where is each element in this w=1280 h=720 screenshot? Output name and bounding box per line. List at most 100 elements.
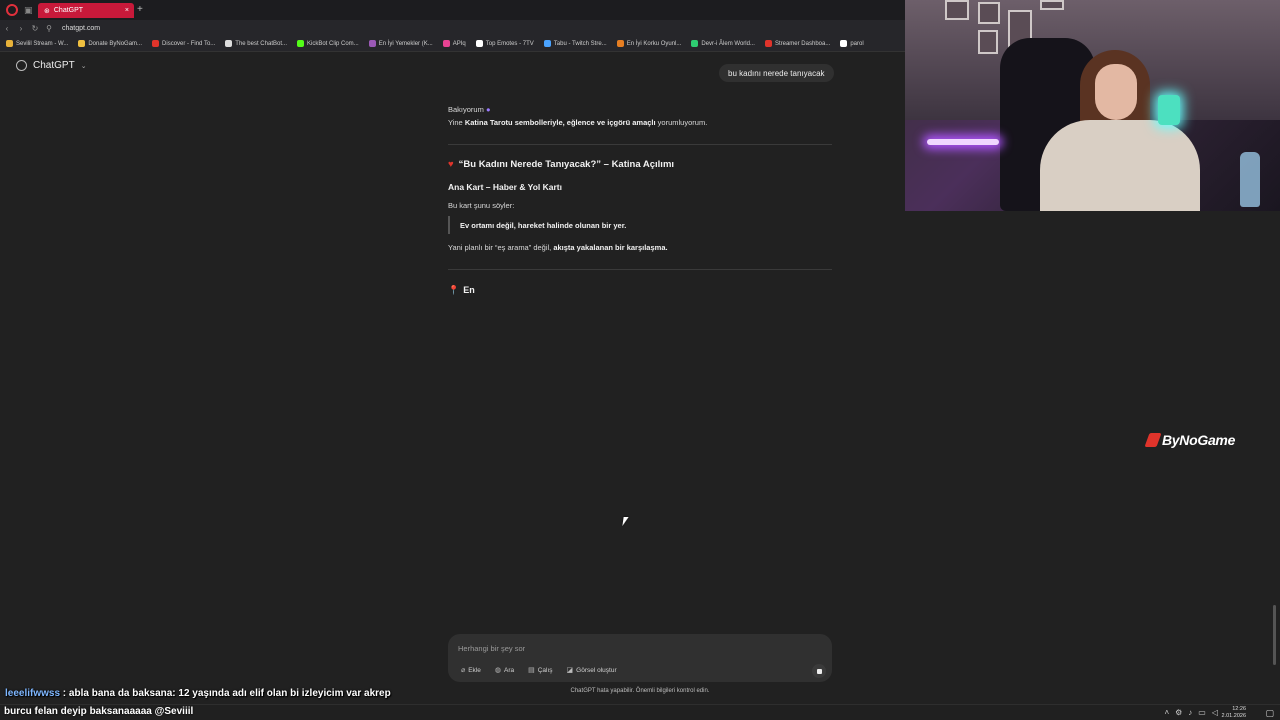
- url-field[interactable]: chatgpt.com: [62, 25, 100, 32]
- bookmark-favicon-icon: [442, 40, 450, 47]
- book-icon: ▤: [528, 667, 535, 674]
- bookmark-favicon-icon: [840, 40, 848, 47]
- taskbar: burcu felan deyip baksanaaaaa @Seviiil ˄…: [0, 704, 1280, 720]
- study-button[interactable]: ▤ Çalış: [523, 663, 557, 677]
- bookmark-favicon-icon: [152, 40, 160, 47]
- globe-icon: ◍: [494, 667, 501, 674]
- back-icon[interactable]: ‹: [0, 24, 14, 33]
- attach-button[interactable]: ⌀ Ekle: [456, 663, 486, 677]
- bookmark-item[interactable]: Streamer Dashboa...: [764, 40, 830, 47]
- bookmark-label: The best ChatBot...: [235, 40, 287, 47]
- bookmark-label: KickBot Clip Com...: [307, 40, 359, 47]
- intro-paragraph: Yine Katina Tarotu sembolleriyle, eğlenc…: [448, 117, 707, 129]
- bookmark-item[interactable]: KickBot Clip Com...: [297, 40, 359, 47]
- brand-watermark: ByNoGame: [1144, 432, 1235, 448]
- bookmark-item[interactable]: Top Emotes - 7TV: [475, 40, 534, 47]
- bookmark-item[interactable]: En İyi Yemekler (K...: [368, 40, 433, 47]
- volume-icon[interactable]: ◁: [1212, 708, 1218, 717]
- system-tray: ˄ ⚙ ♪ ▭ ◁: [1164, 708, 1218, 717]
- streamer: [1025, 50, 1200, 211]
- intro-text: Yine: [448, 118, 465, 127]
- bookmark-favicon-icon: [225, 40, 233, 47]
- bookmark-label: parol: [850, 40, 864, 47]
- settings-icon[interactable]: ⚙: [1175, 708, 1182, 717]
- clock-time: 12:26: [1232, 706, 1246, 712]
- bookmark-item[interactable]: Donate ByNoGam...: [78, 40, 142, 47]
- bynogame-logo-icon: [1144, 433, 1162, 447]
- stream-chat-message: leeelifwwss : abla bana da baksana: 12 y…: [5, 688, 391, 699]
- bookmark-item[interactable]: The best ChatBot...: [225, 40, 287, 47]
- tool-label: Ara: [503, 666, 515, 674]
- network-icon[interactable]: ▭: [1198, 708, 1206, 717]
- close-tab-icon[interactable]: ×: [125, 7, 129, 14]
- stop-generating-button[interactable]: [812, 664, 826, 678]
- bookmark-item[interactable]: APIq: [442, 40, 466, 47]
- crystal-ball-icon: ●: [485, 105, 491, 114]
- forward-icon[interactable]: ›: [14, 24, 28, 33]
- model-label: ChatGPT: [33, 60, 75, 71]
- pin-icon: 📍: [448, 285, 460, 295]
- face: [1095, 64, 1137, 120]
- bookmark-favicon-icon: [6, 40, 13, 47]
- yani-bold: akışta yakalanan bir karşılaşma.: [553, 243, 668, 252]
- chatgpt-logo-icon: [16, 60, 27, 71]
- mouse-cursor: [622, 517, 629, 526]
- composer: ⌀Ekle ◍Ara ▤Çalış ◪Görsel oluştur: [448, 634, 832, 682]
- kart-soyler-text: Bu kart şunu söyler:: [448, 201, 515, 210]
- bookmark-favicon-icon: [297, 40, 304, 47]
- bookmark-favicon-icon: [368, 40, 376, 47]
- chat-text: : abla bana da baksana: 12 yaşında adı e…: [60, 688, 391, 699]
- webcam-feed: [905, 0, 1280, 211]
- user-message-bubble: bu kadını nerede tanıyacak: [719, 64, 834, 82]
- search-button[interactable]: ◍ Ara: [490, 663, 519, 677]
- picture-frame: [945, 0, 969, 20]
- opera-logo-icon[interactable]: [6, 4, 18, 16]
- stream-chat-message-continued: burcu felan deyip baksanaaaaa @Seviiil: [4, 706, 194, 717]
- intro-text-end: yorumluyorum.: [655, 118, 708, 127]
- notification-icon[interactable]: ▢: [1265, 708, 1274, 719]
- heading-text: “Bu Kadını Nerede Tanıyacak?” – Katina A…: [458, 159, 675, 170]
- composer-tools: ⌀ Ekle ◍ Ara ▤ Çalış ◪ Görsel oluştur: [456, 663, 622, 677]
- bookmark-label: Donate ByNoGam...: [88, 40, 143, 47]
- water-bottle: [1240, 152, 1260, 207]
- tab-chatgpt[interactable]: ⊛ ChatGPT ×: [38, 3, 134, 18]
- divider: [448, 269, 832, 270]
- chat-username: leeelifwwss: [5, 688, 61, 699]
- bookmark-item[interactable]: En İyi Korku Oyunl...: [616, 40, 682, 47]
- bookmark-label: Sevilil Stream - W...: [16, 40, 69, 47]
- heart-icon: ♥: [448, 159, 454, 170]
- lamp: [1158, 95, 1180, 125]
- bookmark-item[interactable]: Tabu - Twitch Stre...: [543, 40, 607, 47]
- thinking-status[interactable]: Bakıyorum ●: [448, 104, 490, 116]
- bookmark-favicon-icon: [78, 40, 86, 47]
- prompt-input[interactable]: [458, 642, 758, 654]
- bookmark-favicon-icon: [475, 40, 483, 47]
- chevron-down-icon: ⌄: [80, 62, 87, 70]
- picture-frame: [978, 30, 998, 54]
- bookmark-label: En İyi Yemekler (K...: [378, 40, 433, 47]
- bookmark-item[interactable]: Devr-i Âlem World...: [691, 40, 755, 47]
- paperclip-icon: ⌀: [461, 667, 466, 674]
- new-tab-icon[interactable]: +: [137, 4, 143, 15]
- chevron-up-icon[interactable]: ˄: [1164, 708, 1169, 717]
- microphone-icon[interactable]: ♪: [1188, 708, 1192, 717]
- bookmark-favicon-icon: [543, 40, 551, 47]
- bookmark-label: Top Emotes - 7TV: [485, 40, 534, 47]
- clock[interactable]: 12:26 2.01.2026: [1222, 706, 1246, 720]
- bookmark-label: En İyi Korku Oyunl...: [626, 40, 682, 47]
- intro-bold: Katina Tarotu sembolleriyle, eğlence ve …: [464, 118, 656, 127]
- tab-grid-icon[interactable]: ▣: [24, 5, 33, 16]
- bookmark-label: APIq: [452, 40, 466, 47]
- model-selector[interactable]: ChatGPT ⌄: [16, 60, 87, 71]
- bookmarks-bar: Sevilil Stream - W... Donate ByNoGam... Di…: [0, 36, 905, 52]
- section-heading-partial: 📍 En: [448, 285, 475, 296]
- bookmark-item[interactable]: Sevilil Stream - W...: [6, 40, 68, 47]
- stop-icon: [816, 668, 822, 674]
- yani-paragraph: Yani planlı bir “eş arama” değil, akışta…: [448, 242, 668, 254]
- bookmark-item[interactable]: Discover - Find To...: [152, 40, 215, 47]
- create-image-button[interactable]: ◪ Görsel oluştur: [562, 663, 622, 677]
- bookmark-item[interactable]: parol: [840, 40, 864, 47]
- scrollbar[interactable]: [1273, 605, 1276, 665]
- reload-icon[interactable]: ↻: [28, 24, 42, 33]
- site-info-icon[interactable]: ⚲: [42, 24, 56, 33]
